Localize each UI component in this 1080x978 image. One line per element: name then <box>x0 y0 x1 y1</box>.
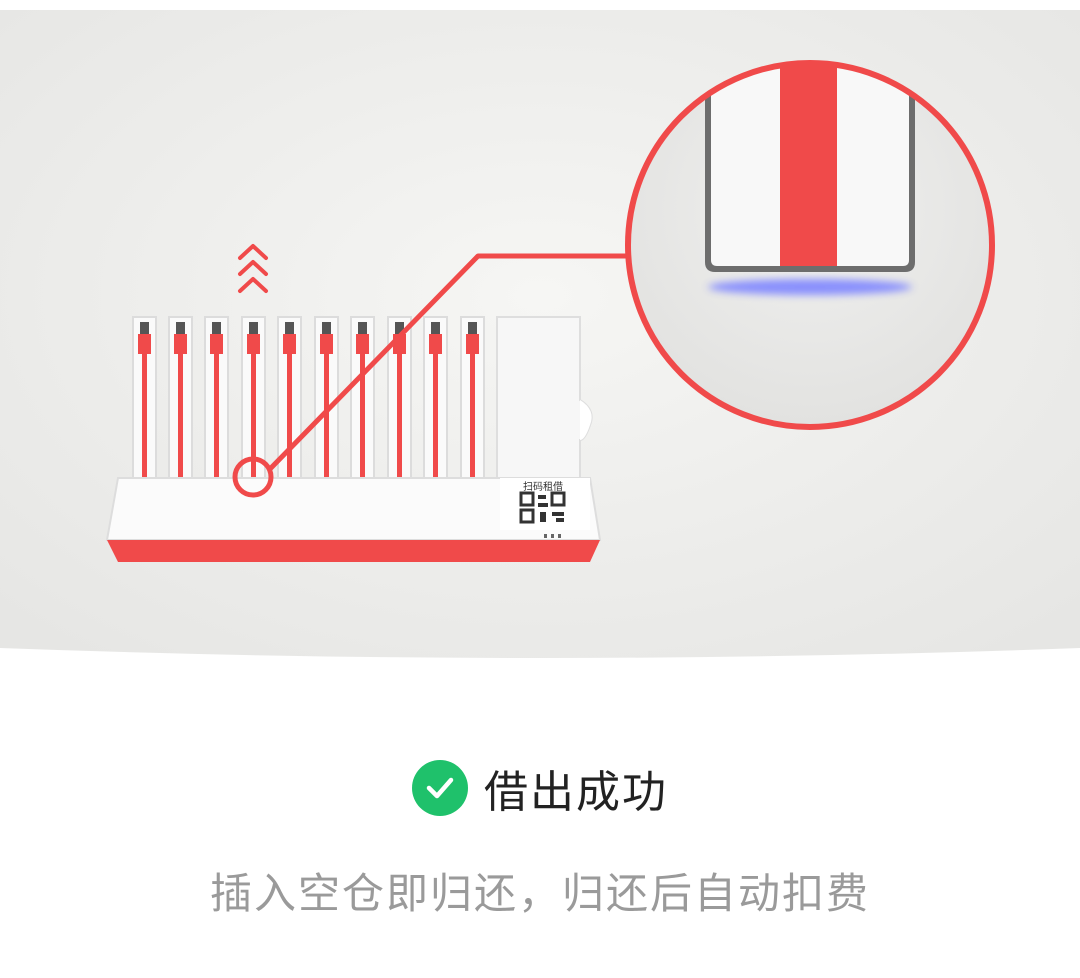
slot-1 <box>132 316 157 488</box>
slot-3 <box>204 316 229 488</box>
station-label: 扫码租借 <box>523 480 563 493</box>
check-circle-icon <box>412 760 468 816</box>
charging-station-illustration: 扫码租借 <box>0 0 1080 658</box>
slot-led-glow <box>708 279 912 295</box>
status-row: 借出成功 <box>0 756 1080 820</box>
status-title: 借出成功 <box>484 767 668 818</box>
station-base: 扫码租借 <box>105 477 602 562</box>
station-side-panel <box>496 316 593 491</box>
slot-9 <box>423 316 448 488</box>
cable-closeup <box>780 63 837 266</box>
slot-10 <box>460 316 485 488</box>
return-hint: 插入空仓即归还，归还后自动扣费 <box>209 869 870 918</box>
slot-2 <box>168 316 193 488</box>
slot-7 <box>350 316 375 488</box>
slot-5 <box>277 316 302 488</box>
